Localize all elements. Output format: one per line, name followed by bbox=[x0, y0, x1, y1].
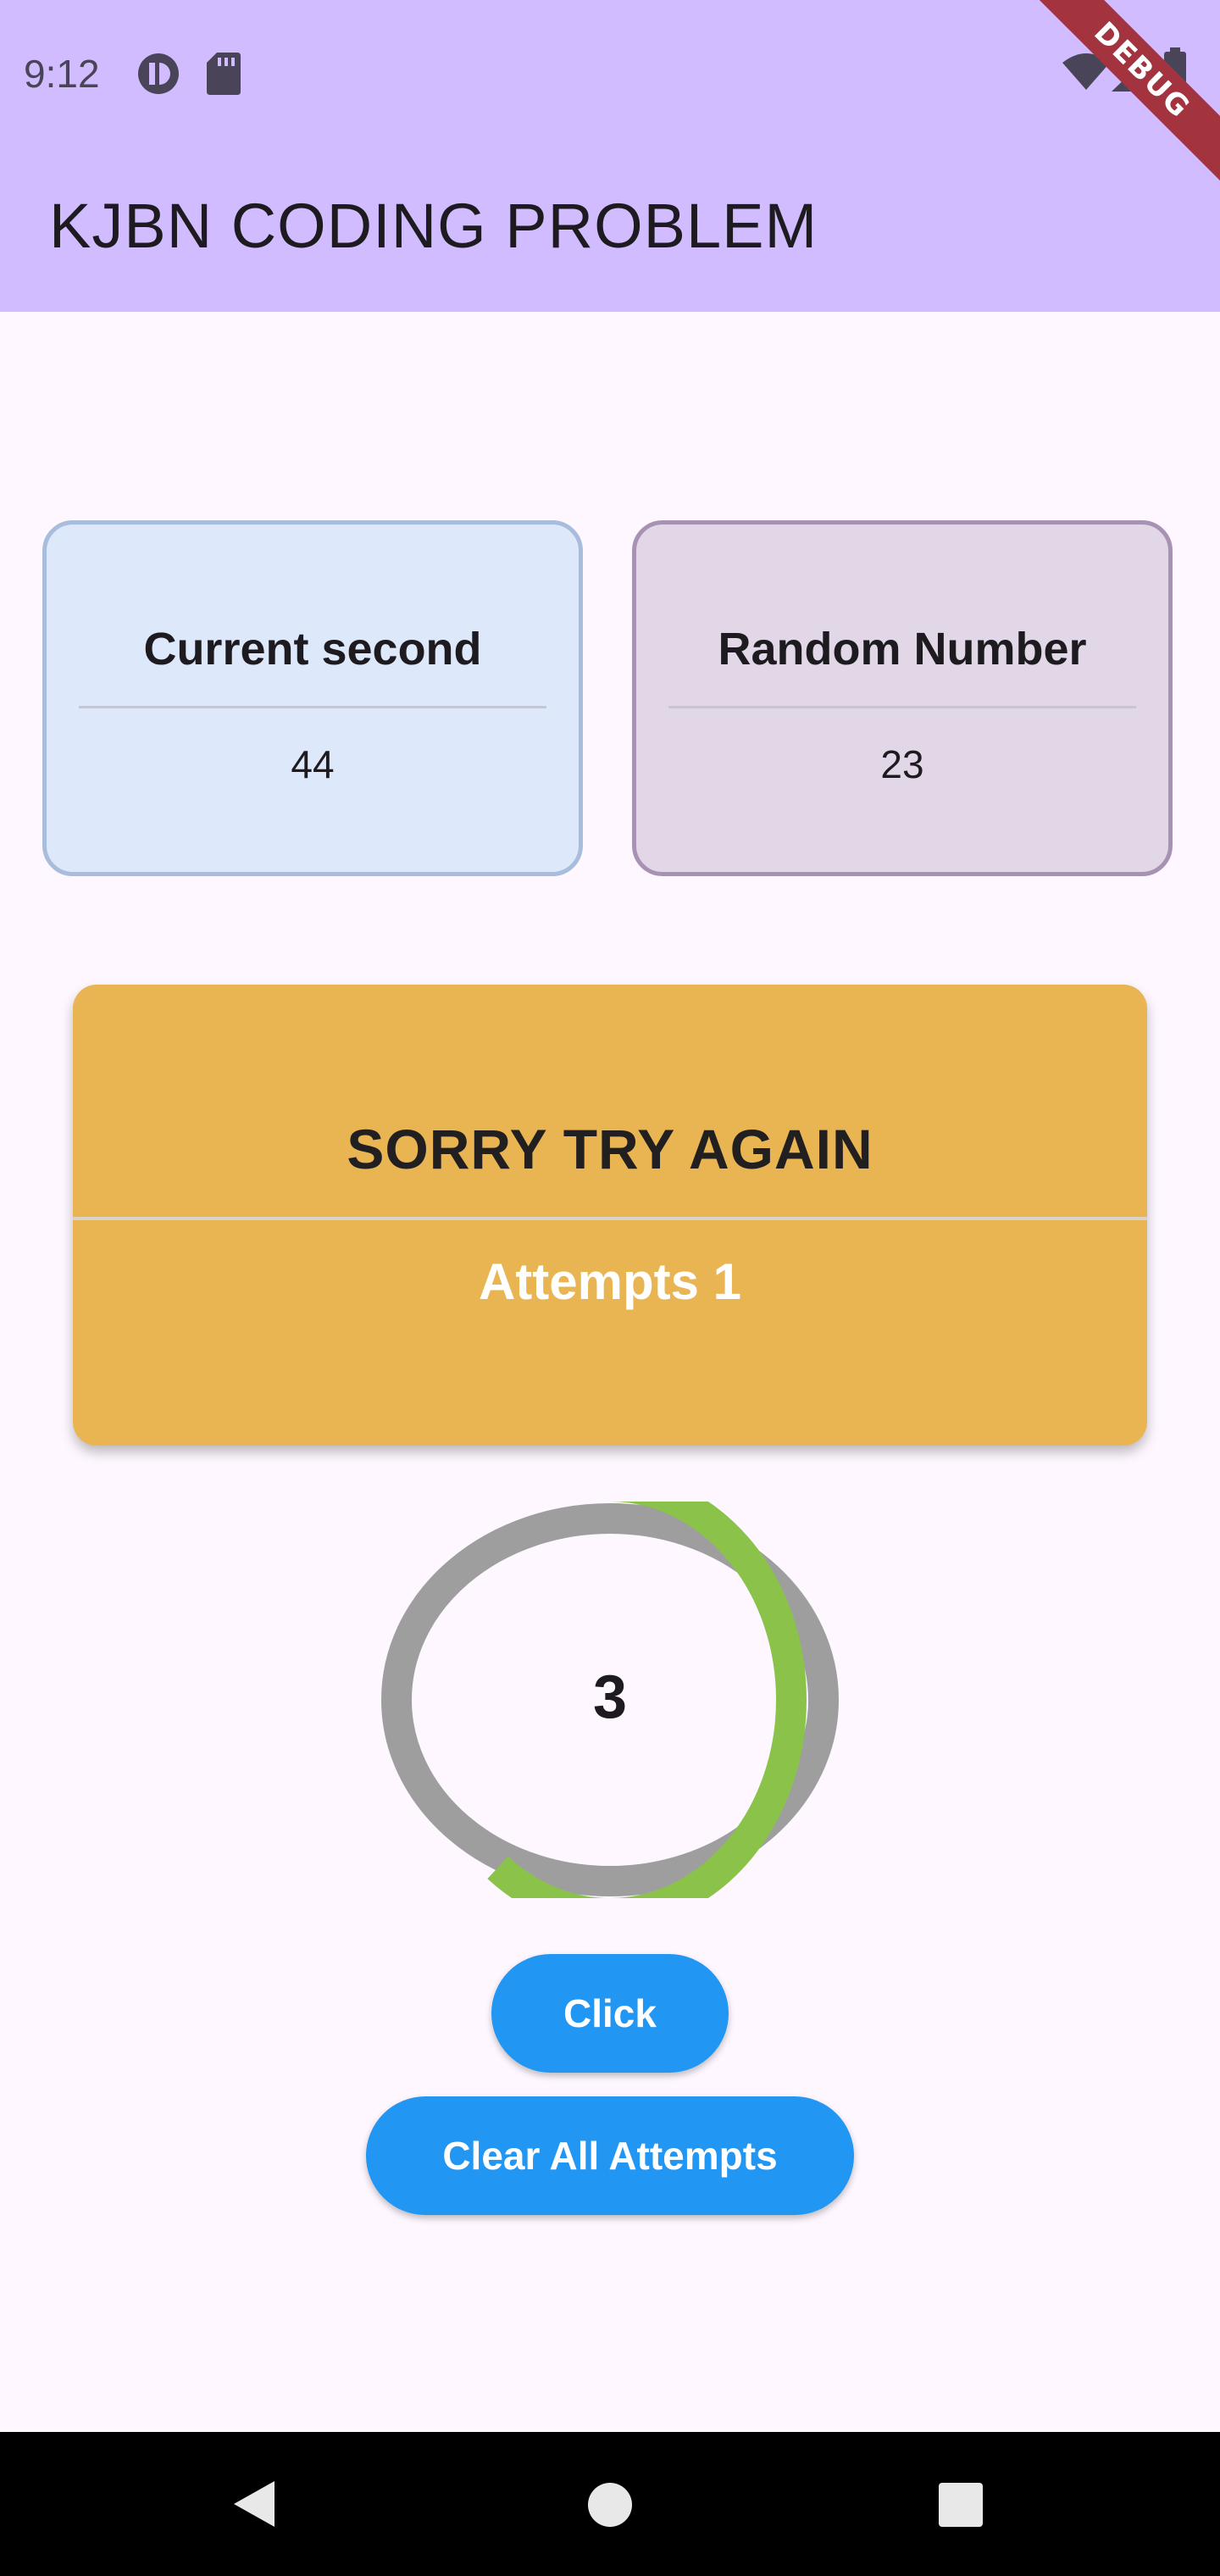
debug-banner-label: DEBUG bbox=[1034, 0, 1220, 186]
random-number-value: 23 bbox=[880, 742, 924, 786]
countdown-value: 3 bbox=[592, 1663, 628, 1731]
current-second-value: 44 bbox=[291, 742, 335, 786]
card-divider bbox=[668, 706, 1136, 708]
result-message: SORRY TRY AGAIN bbox=[347, 1118, 873, 1180]
app-notification-icon bbox=[136, 51, 181, 101]
back-icon[interactable] bbox=[230, 2479, 278, 2533]
attempts-count: Attempts 1 bbox=[478, 1253, 742, 1310]
home-icon[interactable] bbox=[586, 2481, 634, 2533]
debug-banner: DEBUG bbox=[1034, 0, 1220, 186]
clear-all-attempts-button[interactable]: Clear All Attempts bbox=[366, 2096, 854, 2215]
random-number-title: Random Number bbox=[718, 624, 1087, 675]
result-divider bbox=[73, 1217, 1147, 1220]
recents-icon[interactable] bbox=[937, 2481, 984, 2533]
random-number-card: Random Number 23 bbox=[632, 520, 1173, 876]
current-second-card: Current second 44 bbox=[42, 520, 583, 876]
card-divider bbox=[79, 706, 546, 708]
countdown-timer: 3 bbox=[380, 1502, 840, 1898]
current-second-title: Current second bbox=[143, 624, 482, 675]
sd-card-icon bbox=[205, 51, 242, 101]
click-button[interactable]: Click bbox=[491, 1954, 729, 2073]
system-nav-bar bbox=[0, 2432, 1220, 2576]
status-time: 9:12 bbox=[24, 52, 100, 96]
result-card: SORRY TRY AGAIN Attempts 1 bbox=[73, 985, 1147, 1446]
page-title: KJBN CODING PROBLEM bbox=[49, 191, 818, 261]
